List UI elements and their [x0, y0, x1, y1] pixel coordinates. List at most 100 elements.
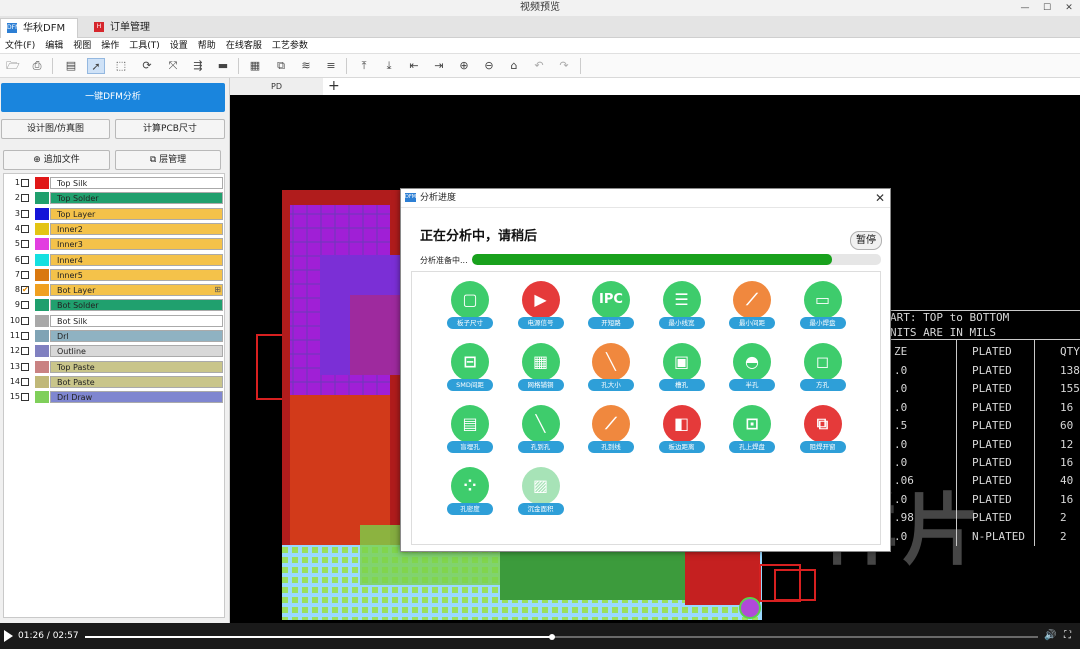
check-item[interactable]: ╲ 孔大小 [581, 343, 641, 398]
redo-icon[interactable]: ↷ [555, 58, 573, 74]
layer-color-swatch[interactable] [35, 299, 49, 312]
layer-row[interactable]: 7 Inner5 [4, 268, 224, 282]
trace-icon[interactable]: ≋ [297, 58, 315, 74]
layer-checkbox[interactable] [21, 240, 29, 249]
align-icon[interactable]: ⇶ [189, 58, 207, 74]
layer-checkbox[interactable] [21, 194, 29, 203]
layer-checkbox[interactable] [21, 377, 29, 386]
layer-checkbox[interactable] [21, 332, 29, 340]
menu-item[interactable]: 工具(T) [124, 38, 165, 53]
measure-icon[interactable]: ▬ [214, 58, 232, 74]
volume-icon[interactable]: 🔊 [1044, 623, 1056, 649]
layer-color-swatch[interactable] [35, 253, 49, 266]
layer-color-swatch[interactable] [35, 177, 49, 189]
check-item[interactable]: ▢ 板子尺寸 [440, 281, 500, 336]
align-bottom-icon[interactable]: ⤓ [380, 58, 398, 74]
layer-color-swatch[interactable] [35, 222, 49, 235]
align-right-icon[interactable]: ⇥ [430, 58, 448, 74]
layer-checkbox[interactable]: ✔ [21, 286, 29, 295]
check-item[interactable]: ⊡ 孔上焊盘 [722, 405, 782, 460]
menu-item[interactable]: 视图 [68, 38, 96, 53]
layer-checkbox[interactable] [21, 255, 29, 264]
close-icon[interactable]: ✕ [873, 189, 887, 208]
check-item[interactable]: ⟋ 最小间距 [722, 281, 782, 336]
design-view-button[interactable]: 设计图/仿真图 [1, 119, 110, 139]
layer-row[interactable]: 12 Outline [4, 344, 224, 358]
grid-icon[interactable]: ▦ [246, 58, 264, 74]
layer-checkbox[interactable] [21, 179, 29, 187]
add-tab-icon[interactable]: + [328, 78, 340, 95]
app-tab-orders[interactable]: H 订单管理 [88, 18, 178, 38]
fullscreen-icon[interactable]: ⛶ [1064, 623, 1071, 649]
menu-item[interactable]: 在线客服 [221, 38, 267, 53]
layer-row[interactable]: 13 Top Paste [4, 360, 224, 374]
layer-row[interactable]: 4 Inner2 [4, 222, 224, 236]
layer-checkbox[interactable] [21, 316, 29, 325]
rotate-icon[interactable]: ⟳ [138, 58, 156, 74]
equal-icon[interactable]: ≡ [322, 58, 340, 74]
zoom-in-icon[interactable]: ⊕ [455, 58, 473, 74]
check-item[interactable]: ⁘ 孔密度 [440, 467, 500, 522]
layout-icon[interactable]: ▤ [62, 58, 80, 74]
layer-color-swatch[interactable] [35, 284, 49, 297]
check-item[interactable]: IPC 开短路 [581, 281, 641, 336]
pause-button[interactable]: 暂停 [850, 231, 882, 250]
layer-color-swatch[interactable] [35, 375, 49, 388]
print-icon[interactable]: ⎙ [28, 58, 46, 74]
box-select-icon[interactable]: ⬚ [112, 58, 130, 74]
layer-color-swatch[interactable] [35, 268, 49, 281]
doc-tab-pd[interactable]: PD [230, 78, 323, 95]
expand-icon[interactable]: ⊞ [214, 284, 221, 296]
layer-checkbox[interactable] [21, 362, 29, 371]
calc-pcb-size-button[interactable]: 计算PCB尺寸 [115, 119, 225, 139]
check-item[interactable]: ⊟ SMD间距 [440, 343, 500, 398]
check-item[interactable]: ╲ 孔到孔 [511, 405, 571, 460]
dfm-analysis-button[interactable]: 一键DFM分析 [1, 83, 225, 112]
check-item[interactable]: ▭ 最小焊盘 [793, 281, 853, 336]
layer-checkbox[interactable] [21, 301, 29, 310]
play-icon[interactable] [4, 630, 13, 642]
menu-item[interactable]: 设置 [165, 38, 193, 53]
layer-color-swatch[interactable] [35, 207, 49, 220]
layer-row[interactable]: 10 Bot Silk [4, 314, 224, 328]
layer-checkbox[interactable] [21, 270, 29, 279]
video-seek-knob[interactable] [548, 634, 555, 640]
menu-item[interactable]: 操作 [96, 38, 124, 53]
layer-row[interactable]: 9 Bot Solder [4, 298, 224, 312]
layer-color-swatch[interactable] [35, 345, 49, 358]
check-item[interactable]: ⟋ 孔到线 [581, 405, 641, 460]
layer-row[interactable]: 5 Inner3 [4, 237, 224, 251]
layer-row[interactable]: 15 Drl Draw [4, 390, 224, 404]
home-icon[interactable]: ⌂ [505, 58, 523, 74]
menu-item[interactable]: 帮助 [193, 38, 221, 53]
check-item[interactable]: ▤ 盲埋孔 [440, 405, 500, 460]
video-seek-bar[interactable] [85, 634, 1038, 640]
check-item[interactable]: ▶ 电源信号 [511, 281, 571, 336]
layer-color-swatch[interactable] [35, 391, 49, 404]
layer-stack-icon[interactable]: ⧉ [272, 58, 290, 74]
layer-row[interactable]: 2 Top Solder [4, 191, 224, 205]
layer-color-swatch[interactable] [35, 314, 49, 327]
check-item[interactable]: ⧉ 阻焊开窗 [793, 405, 853, 460]
layer-checkbox[interactable] [21, 347, 29, 356]
layer-color-swatch[interactable] [35, 360, 49, 373]
app-tab-dfm[interactable]: DFM 华秋DFM [0, 18, 78, 38]
layer-row[interactable]: 11 Drl [4, 329, 224, 343]
check-item[interactable]: ▦ 网格铺铜 [511, 343, 571, 398]
minimize-icon[interactable]: — [1014, 0, 1036, 16]
layer-row[interactable]: 6 Inner4 [4, 253, 224, 267]
open-folder-icon[interactable]: 🗁 [4, 58, 22, 74]
select-pointer-icon[interactable]: ➚ [87, 58, 105, 74]
menu-item[interactable]: 文件(F) [0, 38, 40, 53]
layer-checkbox[interactable] [21, 224, 29, 233]
undo-icon[interactable]: ↶ [530, 58, 548, 74]
layer-row[interactable]: 14 Bot Paste [4, 375, 224, 389]
align-left-icon[interactable]: ⇤ [405, 58, 423, 74]
layer-color-swatch[interactable] [35, 330, 49, 342]
add-file-button[interactable]: ⊕ 追加文件 [3, 150, 110, 170]
layer-row[interactable]: 8 ✔ Bot Layer ⊞ [4, 283, 224, 297]
check-item[interactable]: ◧ 板边距离 [652, 405, 712, 460]
maximize-icon[interactable]: ☐ [1036, 0, 1058, 16]
check-item[interactable]: ▨ 沉金面积 [511, 467, 571, 522]
check-item[interactable]: ☰ 最小线宽 [652, 281, 712, 336]
